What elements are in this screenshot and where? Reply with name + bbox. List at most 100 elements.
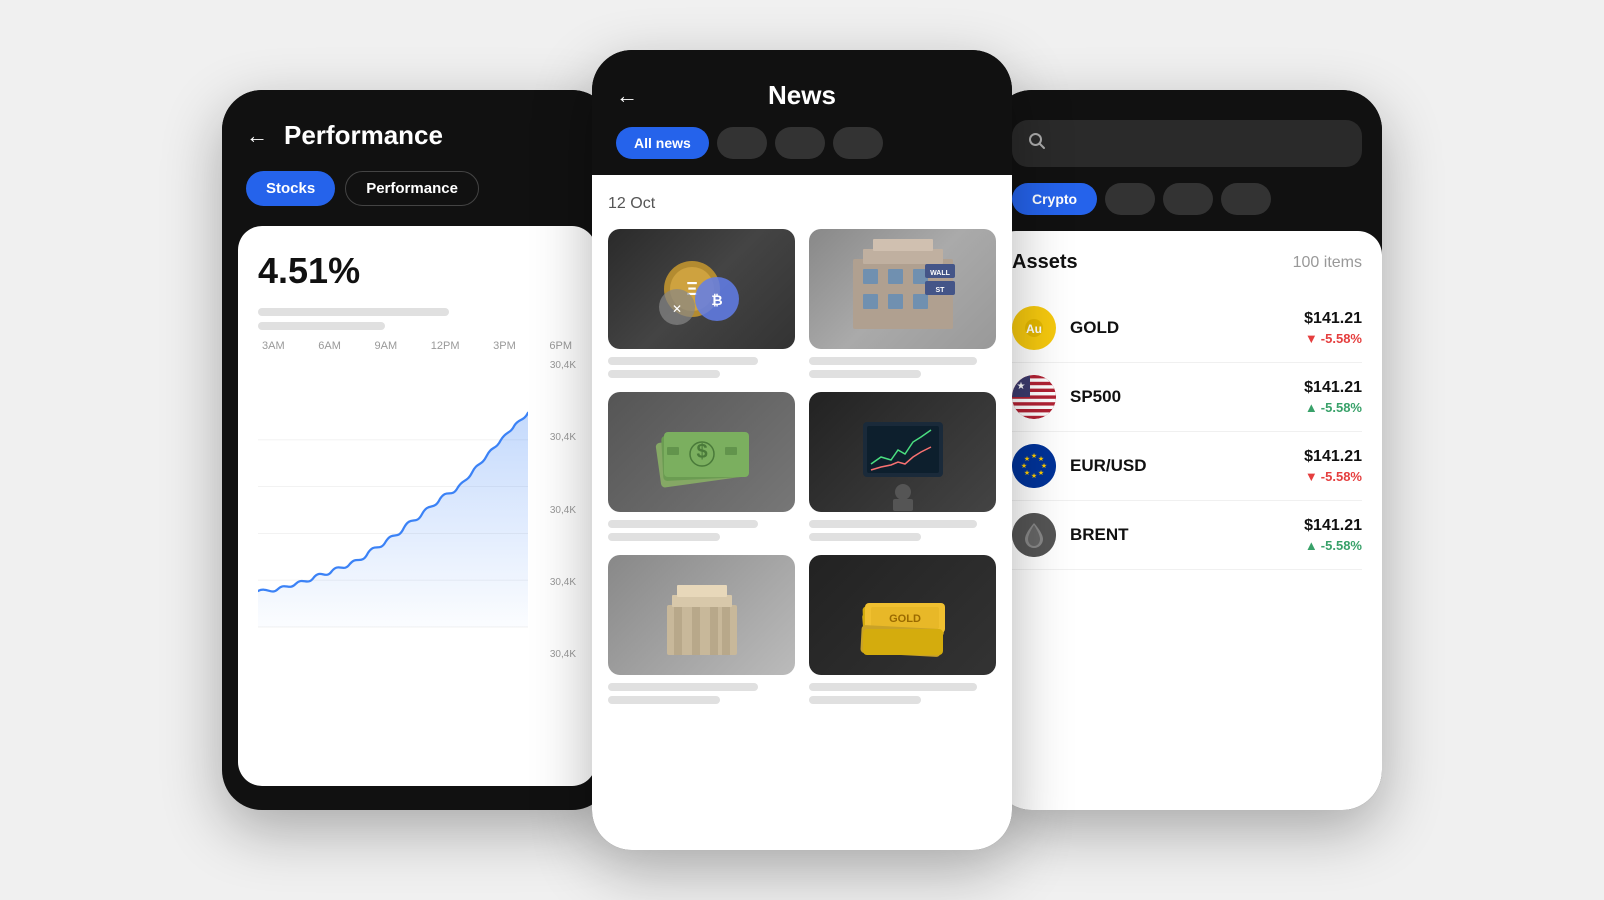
news-text-4: [809, 520, 996, 541]
svg-text:✕: ✕: [671, 302, 681, 316]
sp500-arrow: ▲: [1305, 400, 1318, 415]
news-line-1b: [608, 370, 720, 378]
svg-text:$: $: [696, 441, 707, 463]
eurusd-name: EUR/USD: [1070, 456, 1290, 476]
y-labels: 30,4K 30,4K 30,4K 30,4K 30,4K: [528, 360, 576, 660]
eurusd-change: ▼ -5.58%: [1305, 469, 1362, 484]
brent-price: $141.21: [1304, 517, 1362, 535]
svg-text:ST: ST: [935, 287, 945, 294]
asset-row-gold[interactable]: Au GOLD $141.21 ▼ -5.58%: [1012, 294, 1362, 363]
news-line-5b: [608, 696, 720, 704]
svg-text:WALL: WALL: [930, 270, 951, 277]
assets-header: Assets 100 items: [1012, 251, 1362, 274]
perf-percent: 4.51%: [258, 250, 576, 292]
brent-price-wrap: $141.21 ▲ -5.58%: [1304, 517, 1362, 553]
crypto-tab-3[interactable]: [1163, 183, 1213, 215]
news-content[interactable]: 12 Oct Ξ ₿ ✕: [592, 175, 1012, 850]
assets-title: Assets: [1012, 251, 1078, 274]
news-header: ← News: [592, 50, 1012, 127]
search-icon: [1028, 132, 1046, 155]
sp500-price-wrap: $141.21 ▲ -5.58%: [1304, 379, 1362, 415]
assets-card: Assets 100 items Au GOLD $141.21 ▼: [992, 231, 1382, 810]
asset-row-brent[interactable]: BRENT $141.21 ▲ -5.58%: [1012, 501, 1362, 570]
left-phone: ← Performance Stocks Performance 4.51% 3…: [222, 90, 612, 810]
stocks-tab[interactable]: Stocks: [246, 171, 335, 206]
news-back-button[interactable]: ←: [616, 83, 638, 109]
brent-icon: [1012, 513, 1056, 557]
right-phone: Crypto Assets 100 items Au: [992, 90, 1382, 810]
news-line-3b: [608, 533, 720, 541]
news-grid-3: GOLD: [608, 555, 996, 704]
y-label-4: 30,4K: [536, 577, 576, 588]
svg-text:★: ★: [1041, 462, 1047, 470]
time-labels: 3AM 6AM 9AM 12PM 3PM 6PM: [258, 340, 576, 352]
crypto-tabs: Crypto: [1012, 183, 1362, 215]
loading-bar-1: [258, 308, 449, 316]
crypto-tab-4[interactable]: [1221, 183, 1271, 215]
news-img-3: $: [608, 392, 795, 512]
news-line-2a: [809, 357, 977, 365]
news-date: 12 Oct: [608, 195, 996, 213]
news-img-5: [608, 555, 795, 675]
sp500-price: $141.21: [1304, 379, 1362, 397]
brent-change: ▲ -5.58%: [1305, 538, 1362, 553]
performance-tab[interactable]: Performance: [345, 171, 479, 206]
svg-text:★: ★: [1024, 455, 1030, 463]
sp500-icon: ★: [1012, 375, 1056, 419]
search-bar[interactable]: [1012, 120, 1362, 167]
all-news-tab[interactable]: All news: [616, 127, 709, 159]
center-phone: ← News All news 12 Oct Ξ: [592, 50, 1012, 850]
news-tab-3[interactable]: [775, 127, 825, 159]
news-line-5a: [608, 683, 758, 691]
svg-text:★: ★: [1031, 452, 1037, 460]
asset-row-sp500[interactable]: ★ SP500 $141.21 ▲ -5.58%: [1012, 363, 1362, 432]
news-tab-2[interactable]: [717, 127, 767, 159]
eurusd-icon: ★ ★ ★ ★ ★ ★ ★ ★: [1012, 444, 1056, 488]
svg-text:Au: Au: [1026, 322, 1042, 336]
svg-text:★: ★: [1031, 472, 1037, 480]
time-6pm: 6PM: [549, 340, 572, 352]
brent-change-val: -5.58%: [1321, 538, 1362, 553]
time-6am: 6AM: [318, 340, 341, 352]
back-button[interactable]: ←: [246, 123, 268, 149]
perf-tab-row: Stocks Performance: [222, 171, 612, 226]
news-img-6: GOLD: [809, 555, 996, 675]
crypto-tab-2[interactable]: [1105, 183, 1155, 215]
news-item-5[interactable]: [608, 555, 795, 704]
svg-text:★: ★: [1017, 381, 1026, 392]
perf-card: 4.51% 3AM 6AM 9AM 12PM 3PM 6PM: [238, 226, 596, 786]
svg-text:★: ★: [1024, 469, 1030, 477]
news-item-1[interactable]: Ξ ₿ ✕: [608, 229, 795, 378]
y-label-3: 30,4K: [536, 505, 576, 516]
news-tab-4[interactable]: [833, 127, 883, 159]
news-text-6: [809, 683, 996, 704]
crypto-tab[interactable]: Crypto: [1012, 183, 1097, 215]
news-text-3: [608, 520, 795, 541]
news-line-4b: [809, 533, 921, 541]
scene: ← Performance Stocks Performance 4.51% 3…: [0, 0, 1604, 900]
news-img-4: [809, 392, 996, 512]
svg-text:GOLD: GOLD: [889, 613, 921, 625]
news-item-4[interactable]: [809, 392, 996, 541]
eurusd-arrow: ▼: [1305, 469, 1318, 484]
news-item-2[interactable]: WALL ST: [809, 229, 996, 378]
sp500-change: ▲ -5.58%: [1305, 400, 1362, 415]
y-label-5: 30,4K: [536, 649, 576, 660]
eurusd-price: $141.21: [1304, 448, 1362, 466]
news-line-6a: [809, 683, 977, 691]
news-item-6[interactable]: GOLD: [809, 555, 996, 704]
sp500-name: SP500: [1070, 387, 1290, 407]
gold-change: ▼ -5.58%: [1305, 331, 1362, 346]
chart-svg-container: [258, 360, 528, 660]
news-line-6b: [809, 696, 921, 704]
asset-row-eurusd[interactable]: ★ ★ ★ ★ ★ ★ ★ ★ EUR/USD $141.21 ▼: [1012, 432, 1362, 501]
news-line-3a: [608, 520, 758, 528]
loading-bars: [258, 308, 576, 330]
news-line-4a: [809, 520, 977, 528]
eurusd-price-wrap: $141.21 ▼ -5.58%: [1304, 448, 1362, 484]
brent-arrow: ▲: [1305, 538, 1318, 553]
news-item-3[interactable]: $: [608, 392, 795, 541]
news-img-2: WALL ST: [809, 229, 996, 349]
eurusd-change-val: -5.58%: [1321, 469, 1362, 484]
y-label-1: 30,4K: [536, 360, 576, 371]
